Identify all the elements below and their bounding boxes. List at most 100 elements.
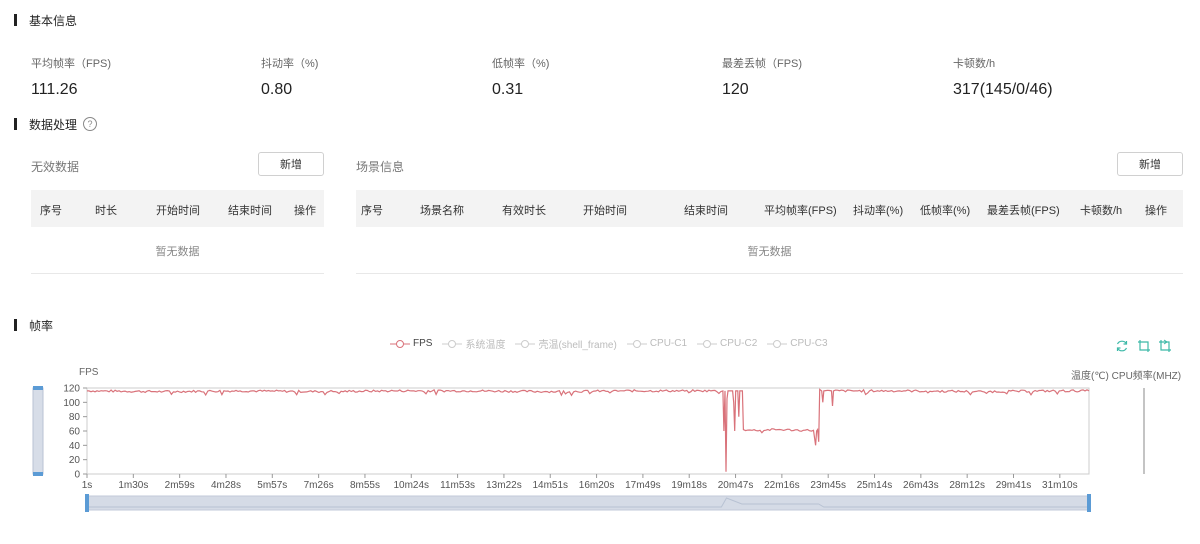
y-tick-label: 60 [69, 427, 81, 438]
x-tick-label: 29m41s [996, 480, 1032, 491]
legend-item-fps[interactable]: FPS [390, 336, 432, 351]
stat-label: 平均帧率（FPS) [31, 58, 112, 70]
question-circle-icon[interactable]: ? [83, 117, 98, 131]
scene-table-empty: 暂无数据 [356, 228, 1183, 274]
section-title-processing: 数据处理 ? [14, 117, 98, 132]
legend-line-circle-icon [442, 339, 463, 348]
invalid-data-title: 无效数据 [31, 160, 80, 174]
legend-label: 系统温度 [465, 340, 506, 351]
stat-value: 317(145/0/46) [953, 81, 1053, 98]
legend-label: FPS [413, 338, 433, 349]
stat-value: 0.31 [492, 81, 524, 98]
legend-item-cpu-c1[interactable]: CPU-C1 [626, 336, 688, 351]
stat-value: 0.80 [261, 81, 293, 98]
y-tick-label: 20 [69, 455, 81, 466]
stat-low-fps-rate: 低帧率（%) 0.31 [492, 55, 549, 99]
section-title-fps: 帧率 [14, 318, 54, 333]
x-tick-label: 4m28s [211, 480, 241, 491]
stat-label: 最差丢帧（FPS) [722, 58, 803, 70]
y-tick-label: 120 [63, 384, 80, 395]
legend-item-cpu-c3[interactable]: CPU-C3 [767, 336, 828, 351]
legend-line-circle-icon [697, 339, 718, 348]
column-header: 操作 [1145, 205, 1167, 217]
chart-legend: FPS 系统温度 壳温(shell_frame) CPU-C1 CPU-C2 C… [390, 336, 838, 351]
legend-item-cpu-c2[interactable]: CPU-C2 [697, 336, 757, 351]
y-zoom-handle-top [33, 386, 43, 390]
x-tick-label: 28m12s [949, 480, 985, 491]
x-tick-label: 8m55s [350, 480, 380, 491]
section-title-text: 数据处理 [29, 117, 78, 132]
section-title-text: 基本信息 [29, 13, 78, 28]
legend-item-shell-temp[interactable]: 壳温(shell_frame) [515, 336, 617, 351]
column-header: 结束时间 [228, 205, 272, 217]
column-header: 抖动率(%) [853, 205, 904, 217]
column-header: 平均帧率(FPS) [764, 205, 837, 217]
invalid-data-table-header: 序号 时长 开始时间 结束时间 操作 [31, 190, 324, 227]
legend-label: CPU-C1 [649, 338, 688, 349]
section-title-basic: 基本信息 [14, 13, 78, 28]
column-header: 场景名称 [420, 205, 464, 217]
stat-worst-frame-drop: 最差丢帧（FPS) 120 [722, 55, 802, 99]
y-tick-label: 40 [69, 441, 81, 452]
plot-area [86, 387, 1090, 475]
crop-icon[interactable] [1137, 339, 1151, 353]
x-tick-label: 19m18s [671, 480, 707, 491]
add-scene-button[interactable]: 新增 [1117, 152, 1183, 176]
y-tick-label: 80 [69, 412, 81, 423]
y-axis-title: FPS [79, 367, 99, 378]
column-header: 结束时间 [684, 205, 728, 217]
column-header: 低帧率(%) [920, 205, 971, 217]
column-header: 开始时间 [583, 205, 627, 217]
x-tick-label: 26m43s [903, 480, 939, 491]
fps-line-chart: 0 20 40 60 80 100 120 1s 1m30s 2m59s 4m28s 5m57s 7m2… [32, 384, 1145, 512]
column-header: 时长 [95, 205, 117, 217]
x-tick-label: 20m47s [718, 480, 754, 491]
x-tick-label: 31m10s [1042, 480, 1078, 491]
x-tick-label: 1s [82, 480, 93, 491]
series-line-fps [87, 388, 1090, 472]
section-marker [14, 14, 17, 26]
refresh-icon[interactable] [1115, 339, 1129, 353]
x-tick-label: 1m30s [118, 480, 148, 491]
stat-value: 111.26 [31, 81, 78, 98]
y-zoom-slider [32, 387, 44, 475]
stat-value: 120 [722, 81, 749, 98]
x-tick-label: 17m49s [625, 480, 661, 491]
x-tick-label: 23m45s [810, 480, 846, 491]
section-marker [14, 319, 17, 331]
y-tick-label: 100 [63, 398, 80, 409]
column-header: 序号 [361, 205, 383, 217]
legend-line-circle-icon [390, 339, 410, 348]
legend-line-circle-icon [767, 339, 788, 348]
scene-info-title: 场景信息 [356, 160, 405, 174]
stat-label: 抖动率（%) [261, 58, 319, 70]
x-tick-label: 13m22s [486, 480, 522, 491]
x-tick-label: 14m51s [532, 480, 568, 491]
column-header: 最差丢帧(FPS) [987, 205, 1060, 217]
section-title-text: 帧率 [29, 318, 54, 333]
x-tick-label: 16m20s [579, 480, 615, 491]
legend-label: 壳温(shell_frame) [538, 340, 617, 351]
column-header: 卡顿数/h [1080, 205, 1123, 217]
legend-item-system-temp[interactable]: 系统温度 [442, 336, 505, 351]
x-tick-label: 7m26s [304, 480, 334, 491]
column-header: 序号 [40, 205, 62, 217]
x-zoom-handle-right [1087, 494, 1091, 512]
stat-avg-fps: 平均帧率（FPS) 111.26 [31, 55, 111, 99]
column-header: 操作 [294, 205, 316, 217]
legend-line-circle-icon [626, 339, 647, 348]
crop-reset-icon[interactable] [1158, 339, 1172, 353]
stat-label: 低帧率（%) [492, 58, 550, 70]
stat-label: 卡顿数/h [953, 58, 996, 70]
invalid-data-empty: 暂无数据 [31, 228, 324, 274]
legend-label: CPU-C3 [790, 338, 828, 349]
y-zoom-handle-bottom [33, 472, 43, 476]
stat-jank-per-hour: 卡顿数/h 317(145/0/46) [953, 55, 1053, 99]
add-invalid-data-button[interactable]: 新增 [258, 152, 324, 176]
column-header: 开始时间 [156, 205, 200, 217]
x-tick-label: 2m59s [165, 480, 195, 491]
x-zoom-handle-left [85, 494, 89, 512]
x-tick-label: 25m14s [857, 480, 893, 491]
x-tick-label: 5m57s [257, 480, 287, 491]
legend-label: CPU-C2 [720, 338, 758, 349]
